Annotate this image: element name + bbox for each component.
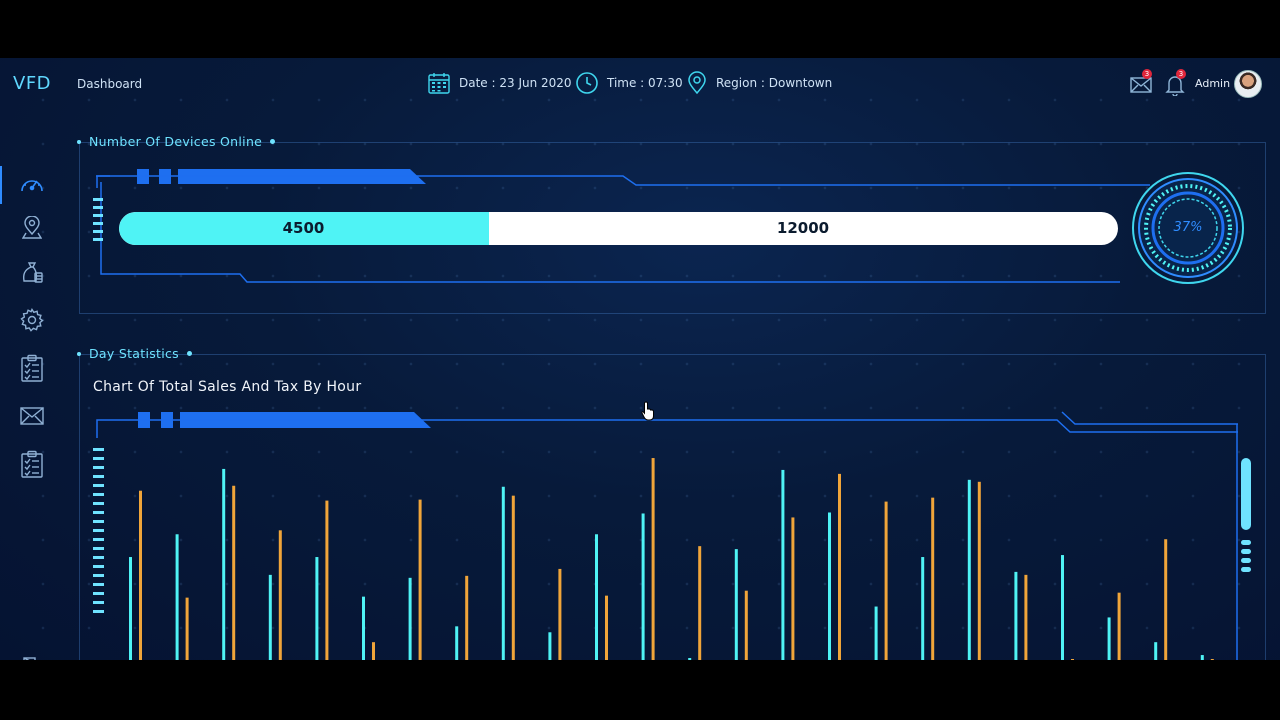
sales-bar-16	[874, 606, 878, 660]
sales-bar-14	[781, 469, 785, 660]
sales-bar-5	[362, 596, 365, 660]
app-window: VFD Dashboard Date : 23 Jun 2020 Time : …	[0, 58, 1280, 660]
sales-bar-20	[1061, 555, 1064, 660]
sales-bar-4	[315, 557, 319, 660]
sales-tax-chart	[93, 411, 1251, 660]
tax-bar-22	[1164, 539, 1168, 660]
sales-bar-8	[501, 486, 505, 660]
tax-bar-0	[139, 490, 142, 660]
tax-bar-6	[418, 499, 422, 660]
sales-bar-1	[175, 534, 179, 660]
tax-bar-1	[185, 597, 189, 660]
sales-bar-21	[1107, 617, 1111, 660]
sales-bar-22	[1154, 642, 1158, 660]
tax-bar-21	[1117, 592, 1121, 660]
tax-bar-14	[791, 517, 795, 660]
sales-bar-17	[921, 557, 925, 660]
sales-bar-15	[828, 512, 831, 660]
sales-bar-12	[688, 658, 692, 660]
tax-bar-3	[278, 530, 282, 660]
mouse-cursor	[641, 401, 654, 421]
sales-bar-13	[734, 549, 738, 660]
tax-bar-15	[838, 473, 841, 660]
tax-bar-18	[977, 481, 981, 660]
sales-bar-18	[967, 479, 971, 660]
tax-bar-13	[744, 590, 748, 660]
tax-bar-23	[1210, 659, 1214, 660]
sales-bar-0	[129, 557, 132, 660]
tax-bar-9	[558, 568, 562, 660]
tax-bar-17	[931, 497, 935, 660]
sales-bar-10	[595, 534, 598, 660]
tax-bar-5	[372, 642, 375, 660]
sales-bar-3	[268, 574, 272, 660]
tax-bar-19	[1024, 574, 1028, 660]
sales-bar-2	[222, 468, 226, 660]
sales-bar-6	[408, 577, 412, 660]
tax-bar-7	[465, 575, 469, 660]
sales-bar-19	[1014, 571, 1018, 660]
sales-bar-9	[548, 632, 552, 660]
sales-bar-23	[1200, 655, 1204, 660]
tax-bar-12	[698, 546, 702, 660]
tax-bar-20	[1071, 659, 1074, 660]
tax-bar-16	[884, 501, 888, 660]
sales-bar-7	[455, 626, 459, 660]
tax-bar-8	[511, 495, 515, 660]
chart-bars	[129, 458, 1214, 660]
sales-bar-11	[641, 513, 645, 660]
tax-bar-11	[651, 458, 655, 660]
tax-bar-4	[325, 500, 329, 660]
tax-bar-10	[605, 595, 608, 660]
tax-bar-2	[232, 485, 236, 660]
